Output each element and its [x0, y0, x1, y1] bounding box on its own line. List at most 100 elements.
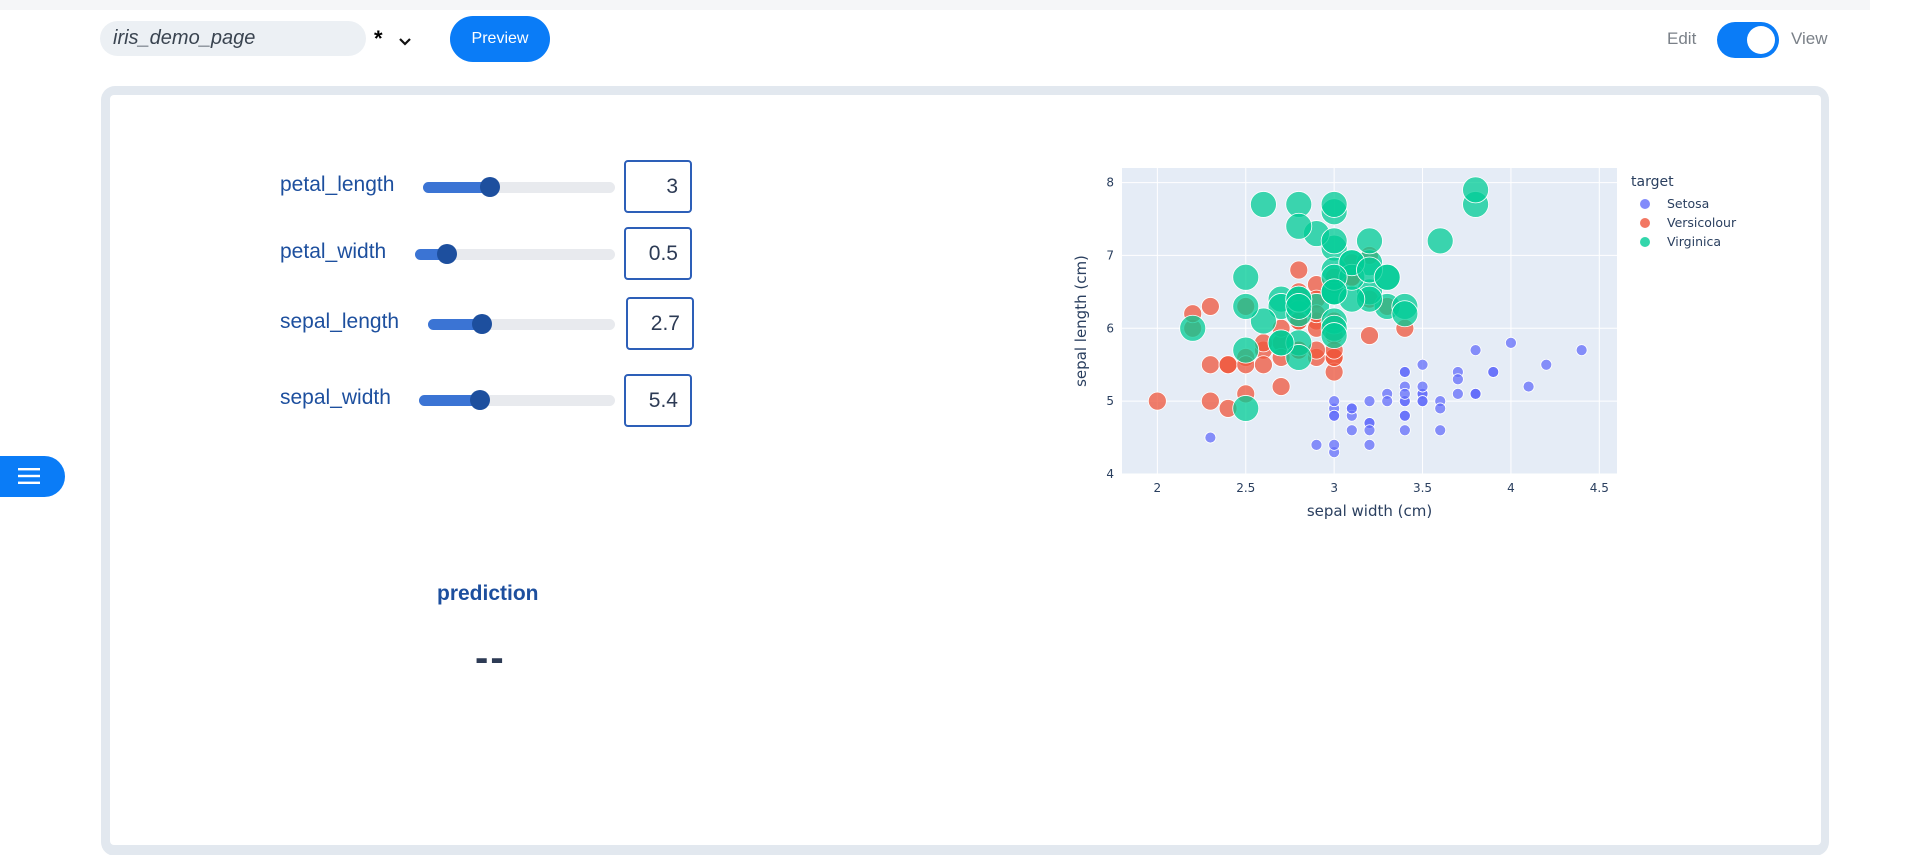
data-point [1232, 336, 1260, 364]
slider-value-input[interactable]: 2.7 [626, 297, 694, 350]
legend-label: Setosa [1667, 196, 1709, 211]
data-point [1505, 336, 1517, 349]
data-point [1487, 366, 1500, 378]
data-point [1363, 424, 1376, 437]
data-point [1200, 391, 1220, 411]
slider-track[interactable] [423, 177, 615, 197]
data-point [1254, 355, 1273, 375]
data-point [1345, 424, 1358, 437]
data-point [1320, 227, 1348, 255]
chevron-down-icon[interactable] [394, 30, 416, 52]
menu-toggle-button[interactable] [0, 456, 65, 497]
slider-track[interactable] [415, 244, 615, 264]
data-point [1285, 212, 1313, 240]
data-point [1469, 387, 1482, 400]
page-name-input[interactable]: iris_demo_page [100, 21, 366, 56]
data-point [1416, 358, 1429, 371]
data-point [1232, 263, 1260, 291]
y-tick-label: 6 [1106, 321, 1114, 335]
legend-title: target [1631, 174, 1674, 190]
preview-button[interactable]: Preview [450, 16, 550, 62]
data-point [1391, 300, 1419, 328]
slider-label: petal_length [280, 173, 395, 196]
data-point [1363, 395, 1376, 408]
data-point [1200, 355, 1220, 375]
x-tick-label: 3 [1330, 481, 1338, 495]
data-point [1575, 344, 1588, 357]
data-point [1328, 395, 1341, 408]
slider-label: sepal_width [280, 386, 391, 409]
slider-label: petal_width [280, 240, 387, 263]
data-point [1320, 322, 1348, 349]
legend-item-setosa[interactable]: Setosa [1640, 196, 1709, 211]
slider-handle[interactable] [469, 390, 490, 410]
slider-value-input[interactable]: 5.4 [624, 374, 692, 427]
data-point [1232, 395, 1260, 422]
top-bar: iris_demo_page * Preview Edit View [0, 0, 1870, 78]
slider-handle[interactable] [437, 244, 457, 264]
data-point [1147, 391, 1167, 411]
data-point [1381, 395, 1394, 408]
data-point [1289, 260, 1309, 280]
legend-label: Versicolour [1667, 215, 1737, 230]
data-point [1398, 366, 1411, 378]
data-point [1320, 191, 1348, 218]
legend-marker [1640, 237, 1650, 247]
slider-value-input[interactable]: 0.5 [624, 227, 692, 280]
y-tick-label: 7 [1106, 248, 1114, 262]
data-point [1398, 409, 1411, 422]
data-point [1218, 355, 1238, 375]
edit-view-toggle[interactable] [1717, 22, 1779, 58]
view-mode-label: View [1791, 29, 1828, 48]
y-tick-label: 5 [1106, 394, 1114, 408]
data-point [1271, 377, 1291, 396]
data-point [1434, 424, 1447, 437]
iris-scatter-chart: 2 2.5 3 3.5 4 4.5 4 5 6 7 8 sepal width (cm) sepa… [1072, 168, 1737, 520]
y-tick-label: 4 [1106, 467, 1114, 481]
prediction-title: prediction [437, 582, 539, 605]
hamburger-icon [18, 468, 40, 484]
slider-track[interactable] [428, 314, 615, 334]
x-tick-label: 4 [1507, 481, 1515, 495]
data-point [1232, 293, 1260, 320]
data-point [1398, 424, 1411, 437]
data-point [1320, 278, 1348, 306]
data-point [1328, 438, 1341, 451]
x-tick-label: 2.5 [1236, 481, 1255, 495]
prediction-value: -- [475, 636, 506, 680]
legend-marker [1640, 218, 1650, 228]
slider-value-input[interactable]: 3 [624, 160, 692, 213]
data-point [1204, 431, 1217, 444]
data-point [1285, 293, 1313, 320]
data-point [1451, 373, 1464, 386]
data-point [1434, 402, 1447, 415]
chart-legend[interactable]: target Setosa Versicolour Virginica [1631, 174, 1737, 249]
data-point [1462, 176, 1489, 204]
x-axis-label: sepal width (cm) [1307, 502, 1432, 520]
legend-item-versicolour[interactable]: Versicolour [1640, 215, 1737, 230]
data-point [1360, 326, 1379, 345]
y-tick-label: 8 [1106, 176, 1114, 190]
data-point [1363, 438, 1376, 451]
data-point [1373, 263, 1401, 291]
data-point [1200, 297, 1220, 316]
slider-track[interactable] [419, 390, 615, 410]
data-point [1345, 402, 1358, 415]
x-tick-label: 3.5 [1413, 481, 1432, 495]
y-axis-ticks: 4 5 6 7 8 [1106, 176, 1114, 481]
data-point [1469, 344, 1482, 357]
slider-label: sepal_length [280, 310, 400, 333]
data-point [1250, 191, 1277, 218]
data-point [1426, 227, 1454, 255]
y-axis-label: sepal length (cm) [1072, 255, 1090, 387]
edit-mode-label: Edit [1667, 29, 1697, 48]
x-tick-label: 4.5 [1590, 481, 1609, 495]
toggle-knob [1747, 26, 1775, 54]
x-axis-ticks: 2 2.5 3 3.5 4 4.5 [1154, 481, 1609, 495]
legend-item-virginica[interactable]: Virginica [1640, 234, 1721, 249]
data-point [1267, 329, 1295, 357]
data-point [1179, 314, 1207, 342]
x-tick-label: 2 [1154, 481, 1162, 495]
data-point [1540, 358, 1553, 371]
data-point [1328, 409, 1341, 422]
